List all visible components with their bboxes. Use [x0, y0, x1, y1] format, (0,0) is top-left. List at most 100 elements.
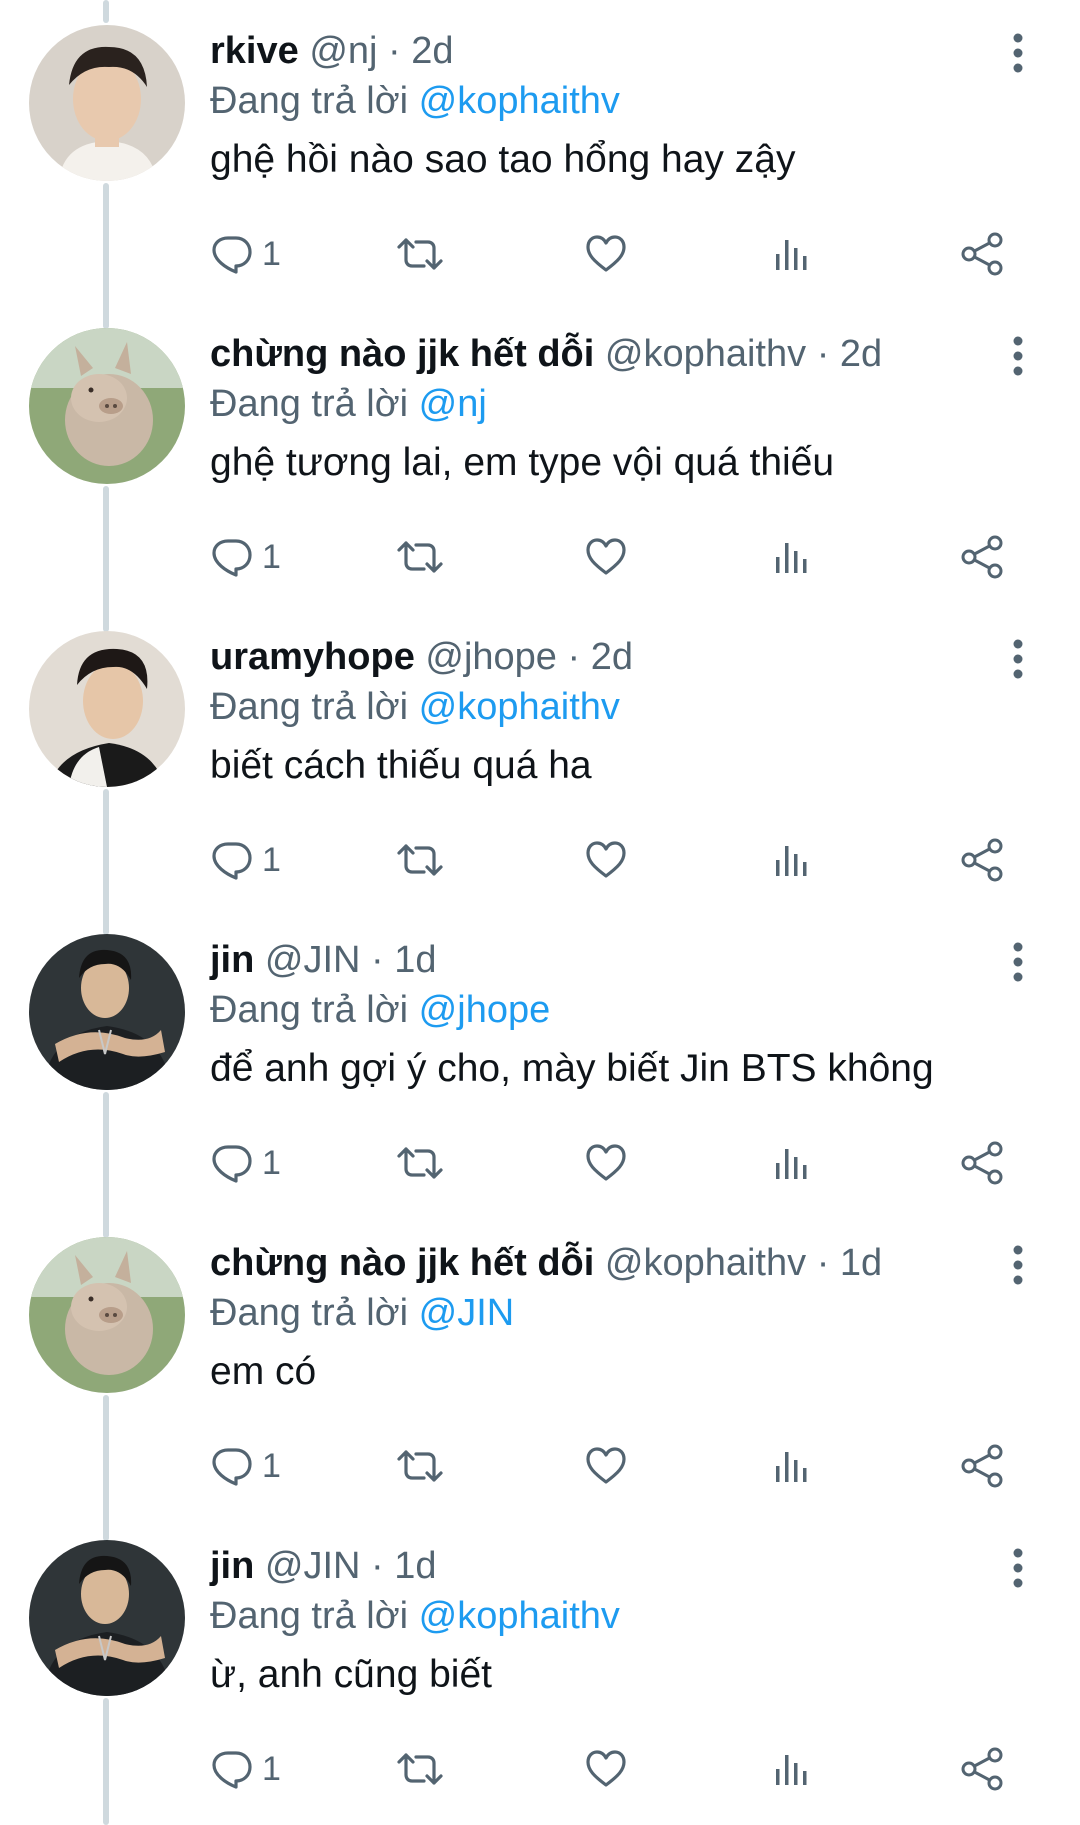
share-icon	[961, 535, 1003, 579]
share-button[interactable]	[958, 832, 1006, 888]
more-options-button[interactable]	[998, 636, 1038, 682]
mention-link[interactable]: @kophaithv	[419, 1595, 620, 1637]
replying-to: Đang trả lời @JIN	[210, 1288, 990, 1338]
reply-thread: rkive @nj · 2d Đang trả lời @kophaithv g…	[0, 0, 1080, 1825]
retweet-icon	[397, 1753, 443, 1785]
retweet-button[interactable]	[396, 832, 444, 888]
display-name[interactable]: chừng nào jjk hết dỗi	[210, 1242, 594, 1284]
display-name[interactable]: rkive	[210, 30, 299, 72]
mention-link[interactable]: @nj	[419, 383, 487, 425]
share-button[interactable]	[958, 1438, 1006, 1494]
more-options-button[interactable]	[998, 333, 1038, 379]
share-icon	[961, 1141, 1003, 1185]
reply-icon	[212, 842, 252, 880]
reply-button[interactable]: 1	[210, 832, 281, 888]
separator-dot: ·	[567, 636, 581, 678]
views-button[interactable]	[772, 529, 812, 585]
action-bar: 1	[0, 226, 1080, 282]
user-handle[interactable]: @kophaithv	[605, 1242, 806, 1284]
share-button[interactable]	[958, 1135, 1006, 1191]
replying-to-label: Đang trả lời	[210, 989, 409, 1031]
avatar[interactable]	[29, 1237, 185, 1393]
reply-tweet[interactable]: jin @JIN · 1d Đang trả lời @kophaithv ừ,…	[0, 1515, 1080, 1818]
views-icon	[776, 240, 807, 270]
replying-to-label: Đang trả lời	[210, 80, 409, 122]
reply-tweet[interactable]: chừng nào jjk hết dỗi @kophaithv · 2d Đa…	[0, 303, 1080, 606]
like-button[interactable]	[584, 1135, 628, 1191]
timestamp[interactable]: 2d	[840, 333, 882, 375]
user-handle[interactable]: @jhope	[425, 636, 557, 678]
views-button[interactable]	[772, 226, 812, 282]
share-icon	[961, 1444, 1003, 1488]
user-handle[interactable]: @nj	[309, 30, 377, 72]
like-button[interactable]	[584, 1741, 628, 1797]
retweet-button[interactable]	[396, 226, 444, 282]
reply-button[interactable]: 1	[210, 226, 281, 282]
share-icon	[961, 232, 1003, 276]
reply-button[interactable]: 1	[210, 529, 281, 585]
user-handle[interactable]: @JIN	[265, 939, 361, 981]
more-options-button[interactable]	[998, 1242, 1038, 1288]
retweet-button[interactable]	[396, 1135, 444, 1191]
reply-tweet[interactable]: uramyhope @jhope · 2d Đang trả lời @koph…	[0, 606, 1080, 909]
tweet-text: biết cách thiếu quá ha	[210, 744, 592, 787]
more-icon	[1013, 942, 1023, 982]
timestamp[interactable]: 1d	[394, 939, 436, 981]
replying-to-label: Đang trả lời	[210, 383, 409, 425]
reply-content: uramyhope @jhope · 2d Đang trả lời @koph…	[210, 632, 990, 792]
reply-tweet[interactable]: jin @JIN · 1d Đang trả lời @jhope để anh…	[0, 909, 1080, 1212]
display-name[interactable]: jin	[210, 1545, 254, 1587]
display-name[interactable]: chừng nào jjk hết dỗi	[210, 333, 594, 375]
views-button[interactable]	[772, 1438, 812, 1494]
display-name[interactable]: jin	[210, 939, 254, 981]
replying-to: Đang trả lời @nj	[210, 379, 990, 429]
mention-link[interactable]: @kophaithv	[419, 80, 620, 122]
display-name[interactable]: uramyhope	[210, 636, 415, 678]
reply-button[interactable]: 1	[210, 1135, 281, 1191]
avatar[interactable]	[29, 934, 185, 1090]
mention-link[interactable]: @JIN	[419, 1292, 515, 1334]
reply-tweet[interactable]: chừng nào jjk hết dỗi @kophaithv · 1d Đa…	[0, 1212, 1080, 1515]
mention-link[interactable]: @kophaithv	[419, 686, 620, 728]
reply-header: chừng nào jjk hết dỗi @kophaithv · 2d	[210, 329, 990, 379]
action-bar: 1	[0, 1135, 1080, 1191]
like-button[interactable]	[584, 832, 628, 888]
timestamp[interactable]: 1d	[394, 1545, 436, 1587]
separator-dot: ·	[388, 30, 401, 72]
timestamp[interactable]: 2d	[591, 636, 633, 678]
reply-tweet[interactable]: rkive @nj · 2d Đang trả lời @kophaithv g…	[0, 0, 1080, 303]
share-button[interactable]	[958, 226, 1006, 282]
like-icon	[586, 841, 626, 878]
retweet-button[interactable]	[396, 1438, 444, 1494]
timestamp[interactable]: 1d	[840, 1242, 882, 1284]
like-button[interactable]	[584, 529, 628, 585]
more-options-button[interactable]	[998, 30, 1038, 76]
avatar[interactable]	[29, 631, 185, 787]
share-button[interactable]	[958, 1741, 1006, 1797]
reply-button[interactable]: 1	[210, 1741, 281, 1797]
retweet-button[interactable]	[396, 529, 444, 585]
avatar[interactable]	[29, 25, 185, 181]
reply-button[interactable]: 1	[210, 1438, 281, 1494]
user-handle[interactable]: @kophaithv	[605, 333, 806, 375]
like-button[interactable]	[584, 226, 628, 282]
views-button[interactable]	[772, 1741, 812, 1797]
views-button[interactable]	[772, 832, 812, 888]
avatar[interactable]	[29, 1540, 185, 1696]
user-handle[interactable]: @JIN	[265, 1545, 361, 1587]
views-button[interactable]	[772, 1135, 812, 1191]
reply-content: jin @JIN · 1d Đang trả lời @kophaithv ừ,…	[210, 1541, 990, 1701]
mention-link[interactable]: @jhope	[419, 989, 551, 1031]
timestamp[interactable]: 2d	[411, 30, 453, 72]
like-button[interactable]	[584, 1438, 628, 1494]
retweet-icon	[397, 844, 443, 876]
more-options-button[interactable]	[998, 939, 1038, 985]
avatar[interactable]	[29, 328, 185, 484]
action-bar: 1	[0, 832, 1080, 888]
retweet-button[interactable]	[396, 1741, 444, 1797]
reply-icon	[212, 1751, 252, 1789]
action-bar: 1	[0, 1741, 1080, 1797]
replying-to-label: Đang trả lời	[210, 1595, 409, 1637]
more-options-button[interactable]	[998, 1545, 1038, 1591]
share-button[interactable]	[958, 529, 1006, 585]
